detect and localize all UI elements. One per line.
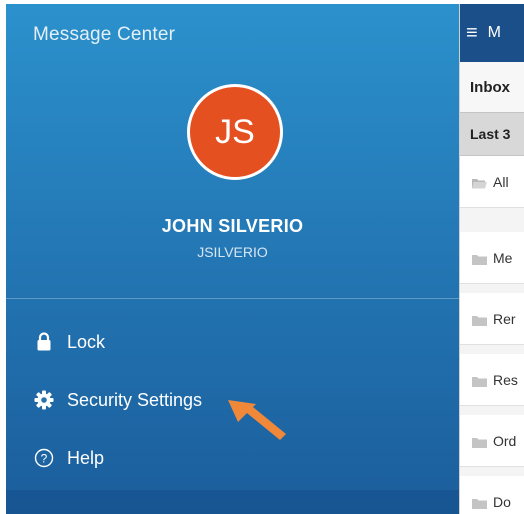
drawer-title: Message Center [33,24,176,45]
folder-label: Res [493,371,518,388]
menu-item-help[interactable]: ? Help [33,443,104,473]
help-circle-icon: ? [33,447,55,469]
pointer-arrow-icon [228,400,286,440]
folder-item[interactable]: Res [460,354,524,406]
folder-item[interactable]: Me [460,232,524,284]
avatar[interactable]: JS [187,84,283,180]
menu-item-label: Help [67,447,105,468]
user-id: JSILVERIO [197,244,268,260]
header-title: M [487,24,501,41]
folder-icon [472,374,487,387]
folder-label: All [493,173,509,190]
folder-item[interactable]: All [460,156,524,208]
menu-item-security-settings[interactable]: Security Settings [33,385,202,415]
user-name: JOHN SILVERIO [161,216,304,236]
folder-label: Do [493,493,511,510]
folder-label: Ord [493,432,517,449]
menu-item-label: Security Settings [67,389,203,410]
folder-icon [472,435,487,448]
folder-open-icon [472,176,487,189]
folder-item[interactable]: Ord [460,415,524,467]
folder-item[interactable]: Rer [460,293,524,345]
folder-label: Me [493,249,513,266]
drawer-footer [6,490,459,514]
menu-item-lock[interactable]: Lock [33,327,105,357]
folder-icon [472,496,487,509]
message-list-panel: ≡ M Inbox Last 3 All Me Rer Res Ord Do [459,4,524,514]
gear-icon [33,389,55,411]
folder-icon [472,252,487,265]
folder-item[interactable]: Do [460,476,524,514]
divider [6,298,459,299]
folder-label: Rer [493,310,516,327]
menu-item-label: Lock [67,331,106,352]
lock-icon [33,331,55,353]
svg-text:?: ? [41,452,48,466]
inbox-title: Inbox [460,62,524,112]
message-list-header: ≡ M [460,4,524,62]
hamburger-menu-icon[interactable]: ≡ [466,22,478,45]
date-filter[interactable]: Last 3 [460,112,524,156]
folder-icon [472,313,487,326]
